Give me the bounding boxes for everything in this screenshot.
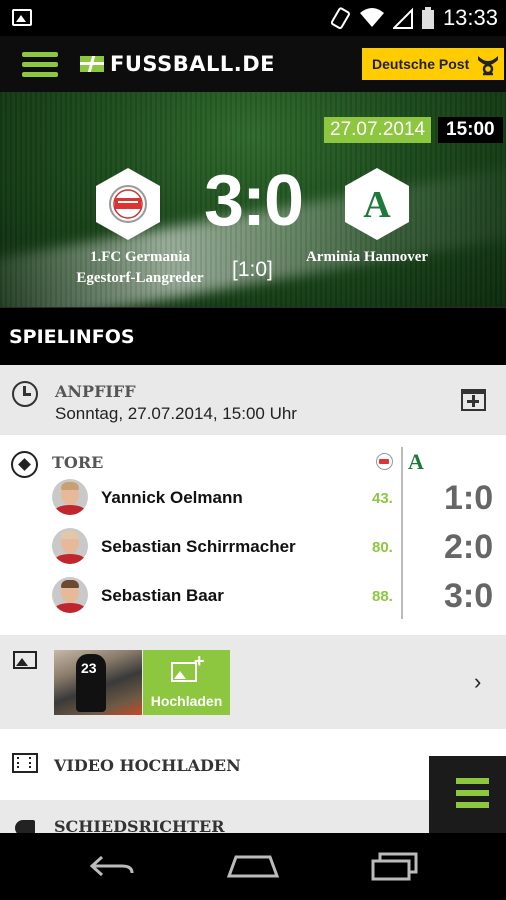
app-header: FUSSBALL.DE Deutsche Post xyxy=(0,36,506,92)
away-team-logo[interactable]: A xyxy=(343,167,411,241)
signal-icon xyxy=(392,7,413,29)
plus-icon: + xyxy=(194,651,205,671)
goal-minute: 43. xyxy=(372,490,393,507)
home-team-logo[interactable] xyxy=(94,167,162,241)
home-icon[interactable] xyxy=(226,853,280,879)
home-team-name[interactable]: 1.FC Germania Egestorf-Langreder xyxy=(64,247,216,289)
floating-menu-button[interactable] xyxy=(429,756,506,833)
halftime-score: [1:0] xyxy=(232,258,273,281)
video-upload-label: VIDEO HOCHLADEN xyxy=(54,756,241,775)
goal-score: 1:0 xyxy=(444,479,494,517)
wifi-icon xyxy=(359,8,384,27)
kickoff-row: ANPFIFF Sonntag, 27.07.2014, 15:00 Uhr xyxy=(0,365,506,435)
status-time: 13:33 xyxy=(442,5,498,30)
add-to-calendar-icon[interactable] xyxy=(461,389,486,411)
logo-text: FUSSBALL.DE xyxy=(110,52,275,76)
referee-label: SCHIEDSRICHTER xyxy=(54,817,225,833)
logo-flag-icon xyxy=(80,56,104,72)
recent-apps-icon[interactable] xyxy=(370,851,420,881)
kickoff-label: ANPFIFF xyxy=(55,382,136,401)
film-icon xyxy=(12,753,38,773)
battery-icon xyxy=(421,7,434,29)
media-row[interactable]: 23 + Hochladen › xyxy=(0,635,506,729)
hamburger-menu-icon[interactable] xyxy=(22,52,58,78)
match-date: 27.07.2014 xyxy=(324,117,432,143)
post-horn-icon xyxy=(478,56,499,76)
system-nav-bar xyxy=(0,833,506,900)
goal-minute: 80. xyxy=(372,539,393,556)
player-avatar xyxy=(52,528,88,564)
away-logo-letter: A xyxy=(363,184,391,226)
goals-section: TORE A Yannick Oelmann 43. 1:0 Sebastian… xyxy=(0,435,506,635)
thumbnail-jersey-number: 23 xyxy=(81,660,97,676)
player-avatar xyxy=(52,577,88,613)
goal-player: Sebastian Schirrmacher xyxy=(101,537,296,556)
whistle-icon xyxy=(15,820,35,833)
kickoff-value: Sonntag, 27.07.2014, 15:00 Uhr xyxy=(55,404,297,423)
goal-player: Yannick Oelmann xyxy=(101,488,243,507)
photo-thumbnail[interactable]: 23 xyxy=(54,650,142,715)
upload-photo-button[interactable]: + Hochladen xyxy=(143,650,230,715)
goal-row[interactable]: Sebastian Baar 88. 3:0 xyxy=(0,573,506,621)
goal-minute: 88. xyxy=(372,588,393,605)
away-team-mini-logo: A xyxy=(408,449,424,474)
goal-score: 3:0 xyxy=(444,577,494,615)
away-team-name[interactable]: Arminia Hannover xyxy=(292,247,442,268)
match-hero: 27.07.2014 15:00 3:0 A 1.FC Germania Ege… xyxy=(0,92,506,307)
goal-row[interactable]: Yannick Oelmann 43. 1:0 xyxy=(0,475,506,523)
sponsor-label: Deutsche Post xyxy=(372,56,470,72)
vibrate-icon xyxy=(330,7,350,30)
section-title: SPIELINFOS xyxy=(0,307,506,365)
goal-score: 2:0 xyxy=(444,528,494,566)
clock-icon xyxy=(12,381,38,407)
player-avatar xyxy=(52,479,88,515)
goal-player: Sebastian Baar xyxy=(101,586,224,605)
match-time: 15:00 xyxy=(438,117,503,143)
back-icon[interactable] xyxy=(88,853,136,879)
home-team-name-line1: 1.FC Germania xyxy=(90,249,190,265)
goals-label: TORE xyxy=(52,453,104,472)
chevron-right-icon[interactable]: › xyxy=(474,669,481,695)
upload-label: Hochladen xyxy=(150,693,223,709)
photo-icon xyxy=(13,651,37,669)
soccer-ball-icon xyxy=(11,451,38,478)
image-icon xyxy=(12,9,32,26)
fussball-de-logo[interactable]: FUSSBALL.DE xyxy=(80,50,275,78)
status-icons: 13:33 xyxy=(329,0,498,36)
sponsor-badge[interactable]: Deutsche Post xyxy=(362,48,504,80)
home-team-name-line2: Egestorf-Langreder xyxy=(76,270,204,286)
match-score: 3:0 xyxy=(203,161,304,241)
goal-row[interactable]: Sebastian Schirrmacher 80. 2:0 xyxy=(0,524,506,572)
status-bar: 13:33 xyxy=(0,0,506,36)
home-team-mini-logo xyxy=(376,453,393,470)
